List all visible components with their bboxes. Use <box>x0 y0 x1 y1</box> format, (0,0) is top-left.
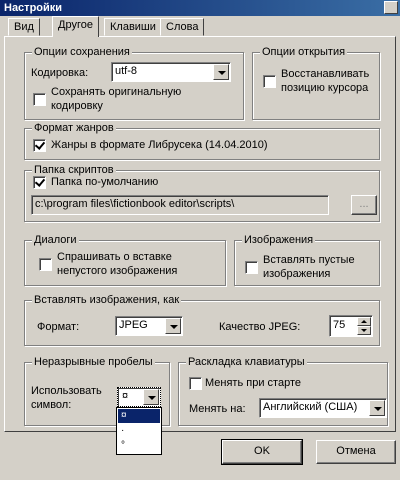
encoding-label: Кодировка: <box>31 67 89 79</box>
open-options-group: Опции открытия Восстанавливать позицию к… <box>252 45 380 120</box>
images-group: Изображения Вставлять пустые изображения <box>234 233 380 286</box>
scripts-folder-group: Папка скриптов Папка по-умолчанию c:\pro… <box>24 163 380 222</box>
chevron-down-icon[interactable] <box>369 400 385 416</box>
restore-cursor-checkbox[interactable] <box>263 75 276 88</box>
librusec-genres-checkbox[interactable] <box>33 139 46 152</box>
tab-label: Клавиши <box>110 21 156 33</box>
jpeg-quality-value: 75 <box>333 319 346 331</box>
insert-empty-images-checkbox[interactable] <box>245 261 258 274</box>
change-on-start-label: Менять при старте <box>205 377 301 389</box>
nbsp-symbol-value: ¤ <box>122 390 129 402</box>
use-symbol-label-line2: символ: <box>31 399 72 411</box>
restore-cursor-label-line1: Восстанавливать <box>281 68 370 80</box>
tab-other[interactable]: Другое <box>52 16 99 37</box>
encoding-select[interactable]: utf-8 <box>111 62 231 82</box>
insert-empty-images-line2: изображения <box>263 268 331 280</box>
change-to-select[interactable]: Английский (США) <box>259 398 387 418</box>
tab-label: Слова <box>166 21 199 33</box>
tab-label: Другое <box>58 19 93 31</box>
tab-view[interactable]: Вид <box>8 18 40 36</box>
ok-button[interactable]: OK <box>221 439 303 465</box>
keyboard-layout-legend: Раскладка клавиатуры <box>186 355 307 369</box>
ask-nonempty-image-line2: непустого изображения <box>57 265 178 277</box>
restore-cursor-label-line2: позицию курсора <box>281 82 369 94</box>
dropdown-option[interactable]: ° <box>118 439 160 453</box>
default-folder-checkbox[interactable] <box>33 176 46 189</box>
open-options-legend: Опции открытия <box>260 45 348 59</box>
close-button[interactable] <box>384 1 398 14</box>
dropdown-option[interactable]: · <box>118 424 160 438</box>
ok-button-label: OK <box>254 445 270 457</box>
insert-images-as-legend: Вставлять изображения, как <box>32 293 182 307</box>
cancel-button[interactable]: Отмена <box>316 440 396 464</box>
ask-nonempty-image-checkbox[interactable] <box>39 258 52 271</box>
genre-format-legend: Формат жанров <box>32 121 116 135</box>
chevron-down-icon[interactable] <box>213 64 229 80</box>
scripts-path-value: c:\program files\fictionbook editor\scri… <box>35 198 235 210</box>
tab-keys[interactable]: Клавиши <box>104 18 162 36</box>
nbsp-legend: Неразрывные пробелы <box>32 355 155 369</box>
keep-encoding-label-line2: кодировку <box>51 100 103 112</box>
tab-words[interactable]: Слова <box>160 18 205 36</box>
genre-format-group: Формат жанров Жанры в формате Либрусека … <box>24 121 380 160</box>
spin-up-icon[interactable] <box>357 317 371 326</box>
scripts-folder-legend: Папка скриптов <box>32 163 116 177</box>
librusec-genres-label: Жанры в формате Либрусека (14.04.2010) <box>51 139 268 151</box>
chevron-down-icon[interactable] <box>165 318 181 334</box>
save-options-legend: Опции сохранения <box>32 45 132 59</box>
insert-empty-images-line1: Вставлять пустые <box>263 254 355 266</box>
change-on-start-checkbox[interactable] <box>189 377 202 390</box>
keep-encoding-checkbox[interactable] <box>33 93 46 106</box>
title-bar: Настройки <box>0 0 400 16</box>
insert-images-as-group: Вставлять изображения, как Формат: JPEG … <box>24 293 380 346</box>
keep-encoding-label-line1: Сохранять оригинальную <box>51 86 182 98</box>
chevron-down-icon[interactable] <box>143 389 159 405</box>
jpeg-quality-spinner[interactable]: 75 <box>329 315 373 337</box>
format-label: Формат: <box>37 321 80 333</box>
format-select[interactable]: JPEG <box>115 316 183 336</box>
cancel-button-label: Отмена <box>336 445 376 457</box>
default-folder-label: Папка по-умолчанию <box>51 176 159 188</box>
spin-down-icon[interactable] <box>357 326 371 335</box>
images-legend: Изображения <box>242 233 316 247</box>
save-options-group: Опции сохранения Кодировка: utf-8 Сохран… <box>24 45 244 120</box>
dialogs-legend: Диалоги <box>32 233 79 247</box>
jpeg-quality-label: Качество JPEG: <box>219 321 301 333</box>
keyboard-layout-group: Раскладка клавиатуры Менять при старте М… <box>178 355 388 426</box>
use-symbol-label-line1: Использовать <box>31 385 102 397</box>
tab-label: Вид <box>14 21 34 33</box>
ask-nonempty-image-line1: Спрашивать о вставке <box>57 251 172 263</box>
encoding-value: utf-8 <box>115 65 138 77</box>
format-value: JPEG <box>119 319 148 331</box>
browse-button[interactable]: ... <box>351 195 377 215</box>
dialogs-group: Диалоги Спрашивать о вставке непустого и… <box>24 233 226 286</box>
window-title: Настройки <box>4 2 63 14</box>
browse-button-label: ... <box>359 198 369 210</box>
change-to-label: Менять на: <box>189 403 246 415</box>
nbsp-symbol-select[interactable]: ¤ <box>117 387 161 407</box>
change-to-value: Английский (США) <box>263 401 358 413</box>
scripts-path-field[interactable]: c:\program files\fictionbook editor\scri… <box>31 195 329 215</box>
dropdown-option[interactable]: ¤ <box>118 409 160 423</box>
nbsp-symbol-dropdown-list: ¤ · ° <box>116 407 162 455</box>
